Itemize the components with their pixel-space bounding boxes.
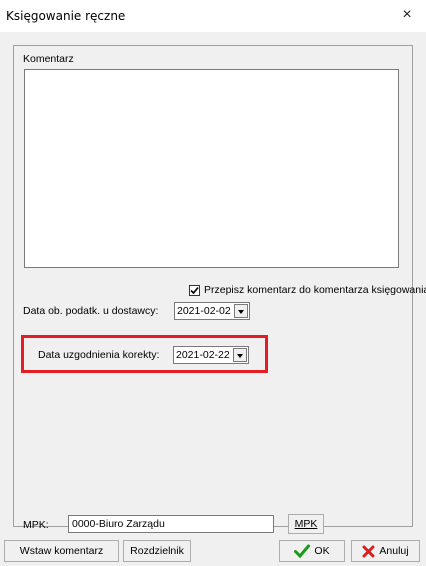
dialog-body: Komentarz Przepisz komentarz do komentar…	[0, 32, 426, 566]
checkmark-icon	[190, 286, 199, 295]
check-icon	[294, 544, 311, 558]
comment-textarea[interactable]	[24, 69, 399, 268]
tax-date-value: 2021-02-02	[177, 305, 231, 317]
ok-button[interactable]: OK	[279, 540, 345, 562]
close-icon[interactable]: ×	[394, 3, 420, 27]
tax-date-picker[interactable]: 2021-02-02	[174, 302, 250, 320]
comment-group: Komentarz Przepisz komentarz do komentar…	[13, 45, 426, 527]
comment-group-label: Komentarz	[23, 53, 74, 65]
insert-comment-button[interactable]: Wstaw komentarz	[4, 540, 119, 562]
mpk-field[interactable]: 0000-Biuro Zarządu	[68, 515, 274, 533]
mpk-button[interactable]: MPK	[288, 514, 324, 534]
insert-comment-label: Wstaw komentarz	[19, 545, 104, 557]
title-bar: Księgowanie ręczne ×	[0, 0, 426, 32]
distributor-button[interactable]: Rozdzielnik	[123, 540, 191, 562]
window-title: Księgowanie ręczne	[6, 9, 126, 23]
copy-comment-checkbox[interactable]	[189, 285, 200, 296]
copy-comment-label: Przepisz komentarz do komentarza księgow…	[204, 284, 426, 296]
cancel-button[interactable]: Anuluj	[351, 540, 420, 562]
highlight-box	[21, 335, 268, 373]
mpk-label: MPK:	[23, 519, 49, 531]
ok-label: OK	[314, 545, 330, 557]
mpk-button-label: MPK	[294, 518, 318, 530]
tax-date-label: Data ob. podatk. u dostawcy:	[23, 305, 159, 317]
chevron-down-icon[interactable]	[234, 304, 248, 318]
cancel-label: Anuluj	[379, 545, 409, 557]
distributor-label: Rozdzielnik	[130, 545, 184, 557]
cancel-x-icon	[362, 545, 375, 557]
